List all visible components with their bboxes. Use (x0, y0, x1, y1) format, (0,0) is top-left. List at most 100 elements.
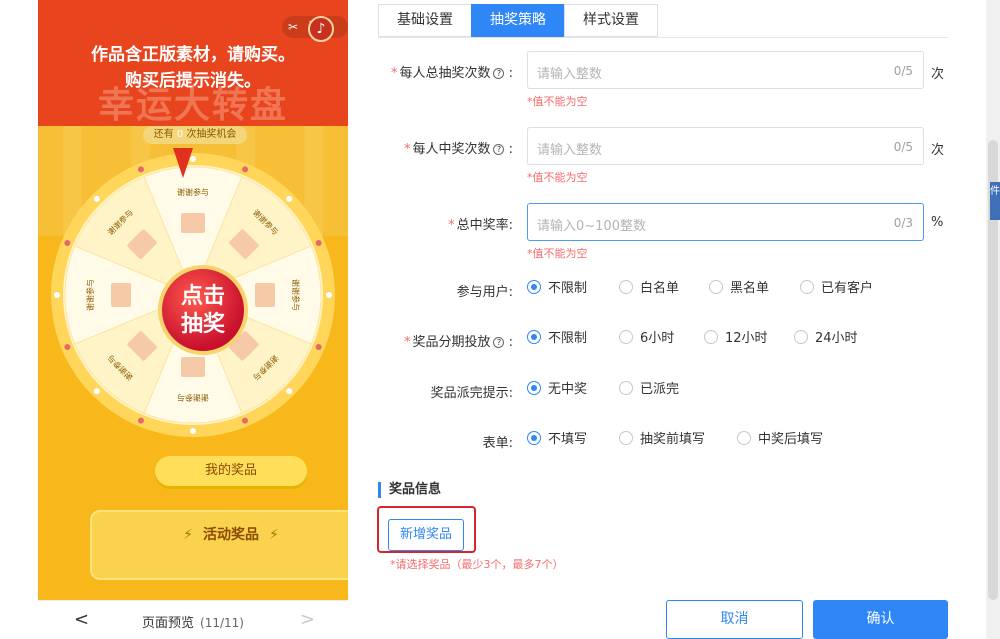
radio-dot (709, 280, 723, 294)
wheel-light-dot (93, 388, 100, 395)
activity-prizes-panel: ⚡ 活动奖品 ⚡ (90, 510, 348, 580)
watermark-line-1: 作品含正版素材，请购买。 (91, 45, 295, 65)
depleted-option-sold-out[interactable]: 已派完 (619, 380, 679, 400)
gift-box-icon (111, 283, 131, 307)
win-rate-label-text: 总中奖率: (456, 218, 513, 233)
participants-option-existing-customers[interactable]: 已有客户 (800, 279, 873, 299)
phone-preview: ✂活动 ♪ 作品含正版素材，请购买。 购买后提示消失。 幸运大转盘 还有 0 次… (38, 0, 348, 600)
win-rate-counter: 0/3 (893, 216, 913, 230)
form-option-label: 抽奖前填写 (640, 432, 706, 447)
schedule-option-6h[interactable]: 6小时 (619, 329, 674, 349)
draw-button-line-2: 抽奖 (180, 312, 225, 337)
schedule-option-label: 6小时 (640, 331, 675, 346)
scrollbar[interactable] (986, 0, 1000, 639)
radio-dot (527, 431, 541, 445)
required-mark: * (403, 142, 411, 157)
tab-basic-settings[interactable]: 基础设置 (378, 4, 471, 37)
total-draws-label: * 每人总抽奖次数? : (390, 66, 513, 81)
win-times-counter: 0/5 (893, 140, 913, 154)
prize-wheel[interactable]: 谢谢参与 谢谢参与 谢谢参与 谢谢参与 谢谢参与 谢谢参与 谢谢参与 谢谢参与 点击 抽奖 (48, 150, 338, 440)
wheel-light-dot (137, 166, 144, 173)
radio-dot (619, 330, 633, 344)
form-option-before-draw[interactable]: 抽奖前填写 (619, 430, 705, 450)
activity-prizes-label: 活动奖品 (203, 527, 259, 543)
win-times-input[interactable]: 请输入整数 0/5 (527, 127, 924, 165)
schedule-option-label: 24小时 (815, 331, 858, 346)
wheel-light-dot (190, 428, 196, 434)
prev-page-icon[interactable]: < (74, 609, 89, 630)
total-draws-placeholder: 请输入整数 (537, 67, 603, 82)
participants-option-whitelist[interactable]: 白名单 (619, 279, 679, 299)
tab-draw-strategy[interactable]: 抽奖策略 (471, 4, 564, 37)
schedule-option-24h[interactable]: 24小时 (794, 329, 858, 349)
tab-style-settings[interactable]: 样式设置 (564, 4, 658, 37)
draw-button-line-1: 点击 (180, 284, 225, 309)
depleted-option-label: 已派完 (640, 382, 680, 397)
preview-label: 页面预览 (11/11) (142, 612, 244, 631)
help-icon[interactable]: ? (493, 144, 505, 155)
schedule-option-12h[interactable]: 12小时 (704, 329, 768, 349)
radio-dot (619, 381, 633, 395)
wheel-pointer-icon (173, 148, 193, 178)
wheel-light-dot (315, 239, 322, 246)
depleted-tip-label: 奖品派完提示: (430, 386, 513, 401)
wheel-light-dot (93, 195, 100, 202)
confirm-button[interactable]: 确认 (813, 600, 948, 639)
depleted-option-no-win[interactable]: 无中奖 (527, 380, 587, 400)
wheel-title: 幸运大转盘 (97, 85, 288, 126)
wheel-light-dot (315, 344, 322, 351)
win-rate-input[interactable]: 请输入0~100整数 0/3 (527, 203, 924, 241)
wheel-light-dot (242, 166, 249, 173)
radio-dot (527, 280, 541, 294)
total-draws-input[interactable]: 请输入整数 0/5 (527, 51, 924, 89)
preview-page-count: (11/11) (200, 616, 244, 630)
schedule-option-unlimited[interactable]: 不限制 (527, 329, 587, 349)
required-mark: * (390, 66, 398, 81)
win-rate-error: *值不能为空 (527, 247, 588, 260)
wheel-segment-label: 谢谢参与 (85, 279, 95, 311)
participants-option-unlimited[interactable]: 不限制 (527, 279, 587, 299)
total-draws-label-text: 每人总抽奖次数 (399, 66, 491, 81)
win-times-label: * 每人中奖次数? : (403, 142, 513, 157)
required-mark: * (448, 218, 455, 233)
radio-dot (527, 330, 541, 344)
radio-dot (527, 381, 541, 395)
form-option-none[interactable]: 不填写 (527, 430, 587, 450)
wheel-light-dot (286, 195, 293, 202)
participants-label: 参与用户: (456, 285, 513, 300)
gift-box-icon (181, 213, 205, 233)
edge-tab[interactable]: 件 (990, 182, 1000, 220)
wheel-segment-label: 谢谢参与 (177, 393, 209, 403)
chances-suffix: 次抽奖机会 (186, 129, 237, 140)
required-mark: * (403, 335, 411, 350)
depleted-option-label: 无中奖 (548, 382, 588, 397)
form-option-after-win[interactable]: 中奖后填写 (737, 430, 823, 450)
activity-prizes-title: ⚡ 活动奖品 ⚡ (92, 524, 348, 544)
lightning-icon: ⚡ (183, 527, 193, 543)
chances-count: 0 (176, 129, 184, 140)
music-note-icon[interactable]: ♪ (308, 16, 334, 42)
help-icon[interactable]: ? (493, 68, 505, 79)
participants-option-label: 白名单 (640, 281, 680, 296)
participants-option-label: 不限制 (548, 281, 588, 296)
my-prizes-button[interactable]: 我的奖品 (155, 456, 307, 486)
lightning-icon: ⚡ (269, 527, 279, 543)
prize-schedule-label: * 奖品分期投放? : (403, 335, 513, 350)
wheel-light-dot (326, 292, 332, 298)
draw-button[interactable]: 点击 抽奖 (158, 265, 248, 355)
help-icon[interactable]: ? (493, 337, 505, 348)
total-draws-error: *值不能为空 (527, 95, 588, 108)
wheel-light-dot (137, 417, 144, 424)
form-option-label: 不填写 (548, 432, 588, 447)
gift-box-icon (255, 283, 275, 307)
participants-option-blacklist[interactable]: 黑名单 (709, 279, 769, 299)
participants-option-label: 已有客户 (821, 281, 874, 296)
wheel-segment-label: 谢谢参与 (177, 187, 209, 197)
form-option-label: 中奖后填写 (758, 432, 824, 447)
add-prize-button[interactable]: 新增奖品 (388, 519, 464, 551)
next-page-icon[interactable]: > (300, 609, 315, 630)
chances-prefix: 还有 (153, 129, 174, 140)
wheel-light-dot (64, 239, 71, 246)
wheel-light-dot (54, 292, 60, 298)
cancel-button[interactable]: 取消 (666, 600, 803, 639)
